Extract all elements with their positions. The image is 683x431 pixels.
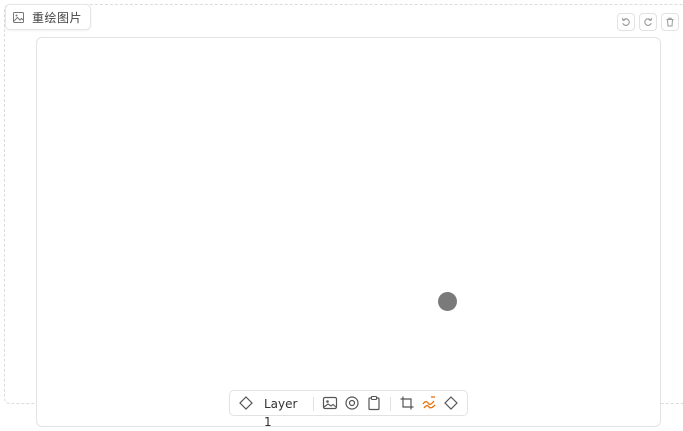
image-upload-icon[interactable] — [322, 395, 338, 411]
brush-icon[interactable] — [421, 395, 437, 411]
crop-icon[interactable] — [399, 395, 415, 411]
webcam-icon[interactable] — [344, 395, 360, 411]
redo-icon — [643, 17, 653, 27]
editor-actions — [617, 13, 679, 31]
editor-toolbar: Layer 1 — [229, 390, 468, 429]
layer-selector[interactable]: Layer 1 — [264, 395, 301, 431]
layers-icon[interactable] — [238, 395, 254, 411]
eraser-icon[interactable] — [443, 395, 459, 411]
image-icon — [13, 11, 24, 23]
redo-button[interactable] — [639, 13, 657, 31]
tab-label: 重绘图片 — [32, 10, 83, 25]
toolbar-divider — [390, 397, 391, 411]
undo-button[interactable] — [617, 13, 635, 31]
clipboard-icon[interactable] — [366, 395, 382, 411]
trash-icon — [665, 17, 675, 27]
undo-icon — [621, 17, 631, 27]
toolbar-divider — [313, 397, 315, 411]
drawing-canvas[interactable] — [36, 37, 661, 427]
delete-button[interactable] — [661, 13, 679, 31]
brush-cursor — [438, 292, 457, 311]
image-label-tab: 重绘图片 — [5, 4, 92, 30]
